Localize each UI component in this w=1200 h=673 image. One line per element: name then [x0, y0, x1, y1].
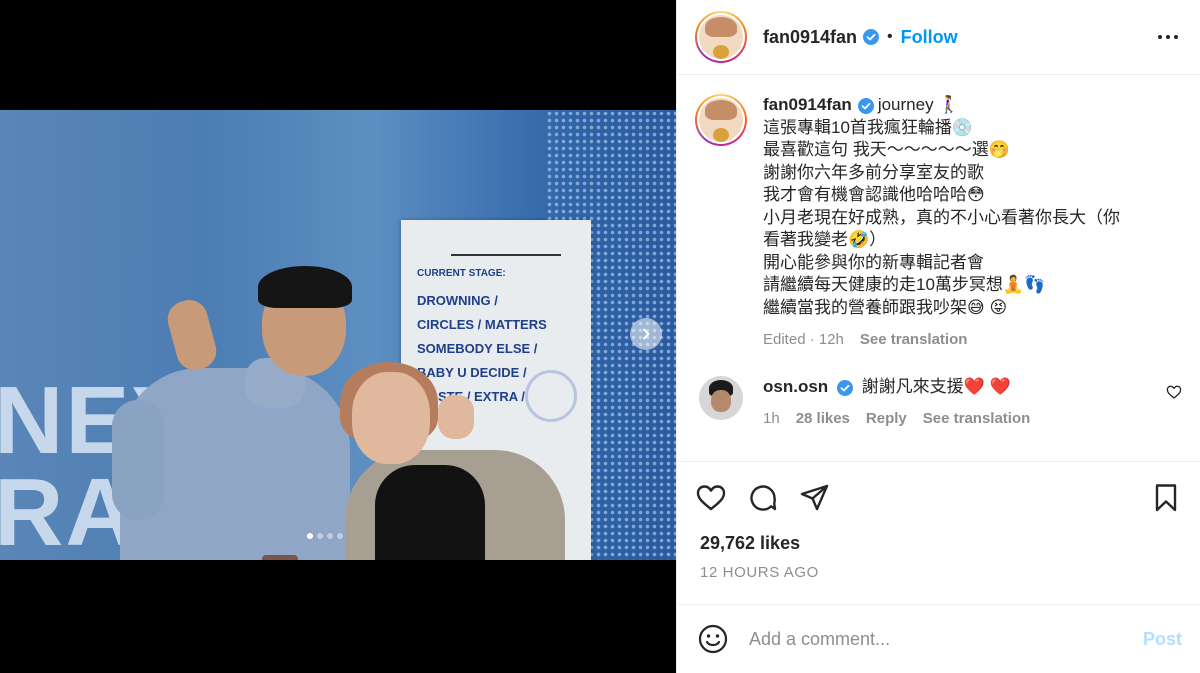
caption-line: 小月老現在好成熟，真的不小心看著你長大（你 [763, 207, 1120, 227]
poster-line: CIRCLES / MATTERS [417, 317, 547, 332]
comment-text: 謝謝凡來支援❤️ ❤️ [861, 377, 1011, 396]
comment-likes-link[interactable]: 28 likes [796, 408, 850, 430]
poster-line: DROWNING / [417, 293, 498, 308]
woman-figure [438, 395, 474, 439]
comment-time: 1h [763, 410, 780, 427]
poster-signature [451, 232, 561, 256]
avatar[interactable] [695, 11, 747, 63]
commenter-username[interactable]: osn.osn [763, 377, 828, 396]
slide-dot [317, 533, 323, 539]
poster-stamp [525, 370, 577, 422]
see-translation-link[interactable]: See translation [860, 331, 968, 348]
comments-section: fan0914fan journey 🚶‍♀️ 這張專輯10首我瘋狂輪播💿 最喜歡… [677, 76, 1200, 462]
comment-meta: 1h 28 likes Reply See translation [763, 408, 1166, 430]
woman-figure [375, 465, 485, 560]
verified-badge-icon [863, 29, 880, 45]
comment-icon[interactable] [747, 482, 779, 514]
post-photo[interactable]: NEY RAP CURRENT STAGE: DROWNING / CIRCLE… [0, 110, 676, 560]
post-media: NEY RAP CURRENT STAGE: DROWNING / CIRCLE… [0, 0, 676, 673]
caption-line: 謝謝你六年多前分享室友的歌 [763, 162, 984, 182]
caption-meta: Edited · 12h See translation [763, 331, 1120, 348]
caption-line: 繼續當我的營養師跟我吵架😅 😝 [763, 297, 1008, 317]
poster-heading: CURRENT STAGE: [417, 268, 506, 279]
next-slide-button[interactable] [630, 318, 662, 350]
caption-line: 這張專輯10首我瘋狂輪播💿 [763, 117, 974, 137]
instagram-post: NEY RAP CURRENT STAGE: DROWNING / CIRCLE… [0, 0, 1200, 673]
man-figure [112, 400, 164, 520]
follow-button[interactable]: Follow [901, 27, 958, 48]
post-side-panel: fan0914fan • Follow fan0914fan journey 🚶‍… [676, 0, 1200, 673]
comment-heart-icon[interactable] [1166, 384, 1182, 400]
post-timestamp: 12 HOURS AGO [700, 564, 819, 581]
drink-glass [262, 555, 298, 560]
verified-badge-icon [857, 97, 874, 114]
caption-avatar[interactable] [695, 94, 747, 146]
slide-dot [327, 533, 333, 539]
caption-line: 看著我變老🤣） [763, 230, 887, 249]
caption-line: 最喜歡這句 我天～～～～～選🤭 [763, 140, 1010, 159]
slide-dot-active [307, 533, 313, 539]
poster-line: SOMEBODY ELSE / [417, 341, 538, 356]
comment-item: osn.osn 謝謝凡來支援❤️ ❤️ 1h 28 likes Reply Se… [695, 376, 1182, 430]
post-comment-button[interactable]: Post [1143, 629, 1182, 650]
woman-figure [352, 372, 430, 464]
bookmark-icon[interactable] [1150, 482, 1182, 514]
more-options-button[interactable] [1156, 29, 1180, 45]
reply-button[interactable]: Reply [866, 408, 907, 430]
action-bar [695, 480, 1182, 516]
share-icon[interactable] [799, 482, 831, 514]
header-separator: • [887, 28, 893, 45]
more-dots-icon [1158, 35, 1162, 39]
verified-badge-icon [836, 379, 853, 396]
emoji-icon[interactable] [697, 623, 729, 655]
caption-text: fan0914fan journey 🚶‍♀️ 這張專輯10首我瘋狂輪播💿 最喜歡… [763, 94, 1120, 319]
caption-line: journey 🚶‍♀️ [877, 95, 960, 114]
caption-line: 請繼續每天健康的走10萬步冥想🧘👣 [763, 275, 1046, 294]
caption-username[interactable]: fan0914fan [763, 95, 852, 114]
header-username[interactable]: fan0914fan [763, 27, 857, 48]
post-caption: fan0914fan journey 🚶‍♀️ 這張專輯10首我瘋狂輪播💿 最喜歡… [695, 94, 1182, 348]
caption-line: 開心能參與你的新專輯記者會 [763, 252, 984, 272]
likes-count[interactable]: 29,762 likes [700, 533, 800, 554]
man-figure [258, 266, 352, 308]
caption-edited-time: Edited · 12h [763, 331, 844, 348]
comment-input[interactable] [749, 628, 1143, 650]
commenter-avatar[interactable] [699, 376, 743, 420]
heart-icon[interactable] [695, 482, 727, 514]
slide-indicators [307, 533, 343, 539]
add-comment-bar: Post [677, 604, 1200, 673]
man-figure [163, 296, 221, 374]
chevron-right-icon [643, 328, 650, 340]
caption-line: 我才會有機會認識他哈哈哈😳 [763, 185, 985, 204]
post-header: fan0914fan • Follow [677, 0, 1200, 75]
comment-see-translation-link[interactable]: See translation [923, 408, 1031, 430]
slide-dot [337, 533, 343, 539]
